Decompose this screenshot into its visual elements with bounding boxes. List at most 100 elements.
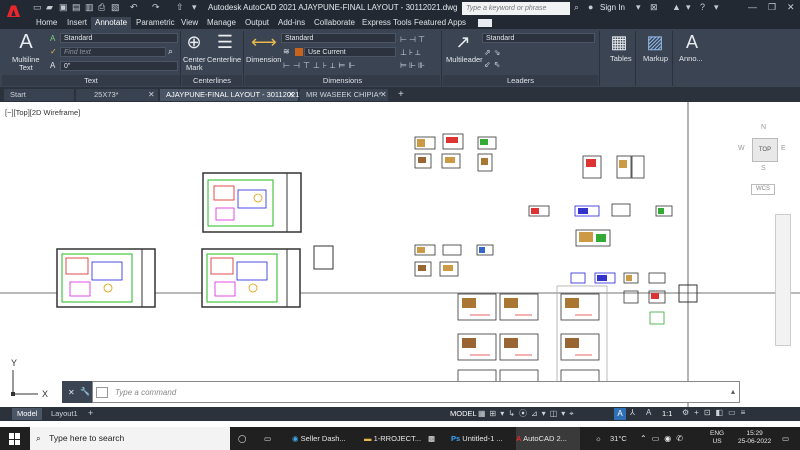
floor-plan-sheet[interactable] — [202, 172, 302, 233]
multiline-text-icon[interactable]: A — [14, 32, 38, 52]
search-icon[interactable]: ⌕ — [574, 3, 583, 12]
dimension-extra-tools-icons[interactable]: ⊢⊣⊤ ⊥⊦⟂ ⊨⊩⊪ — [400, 33, 440, 73]
text-label[interactable]: Text — [19, 63, 33, 72]
dimension-layer-select[interactable]: Use Current — [304, 47, 396, 57]
tab-output[interactable]: Output — [241, 17, 273, 29]
tab-featured-apps[interactable]: Featured Apps — [410, 17, 470, 29]
text-height-select[interactable]: 0" — [60, 61, 178, 71]
close-tab-icon[interactable]: ✕ — [148, 90, 155, 99]
floor-plan-sheet[interactable] — [201, 248, 301, 308]
model-space-button[interactable]: MODEL — [450, 409, 477, 418]
help-dropdown-icon[interactable]: ▾ — [714, 3, 723, 12]
system-tray-icons[interactable]: ⌃▭◉✆ — [640, 427, 700, 450]
redo-icon[interactable]: ↷ — [152, 3, 161, 12]
ribbon-minimize-icon[interactable] — [478, 19, 492, 27]
command-input[interactable]: Type a command — [115, 388, 176, 397]
tab-view[interactable]: View — [177, 17, 202, 29]
tables-label[interactable]: Tables — [610, 54, 632, 63]
web-mobile-icon[interactable]: ▥ — [85, 3, 94, 12]
file-tab-waseek[interactable]: MR WASEEK CHIPIA* — [300, 89, 388, 101]
undo-icon[interactable]: ↶ — [130, 3, 139, 12]
clock[interactable]: 15:29 25-06-2022 — [738, 430, 771, 446]
dimension-icon[interactable]: ⟷ — [251, 33, 277, 51]
close-tab-icon[interactable]: ✕ — [380, 90, 387, 99]
anno-label[interactable]: Anno... — [679, 54, 703, 63]
tab-parametric[interactable]: Parametric — [132, 17, 179, 29]
print-icon[interactable]: ⎙ — [98, 3, 107, 12]
annotation-visibility-icon[interactable]: A — [614, 408, 626, 420]
centerline-label[interactable]: Centerline — [207, 55, 241, 64]
taskbar-app-edge[interactable]: ◉ Seller Dash... — [292, 427, 360, 450]
search-input[interactable]: Type a keyword or phrase — [462, 2, 570, 15]
text-style-select[interactable]: Standard — [60, 33, 178, 43]
customize-command-icon[interactable]: 🔧 — [80, 387, 90, 396]
close-tab-icon[interactable]: ✕ — [288, 90, 295, 99]
notifications-icon[interactable]: ▭ — [782, 427, 789, 450]
windows-start-icon[interactable] — [9, 433, 21, 445]
command-history-icon[interactable] — [96, 387, 108, 398]
file-tab-25x73[interactable]: 25X73* — [76, 89, 158, 101]
taskbar-app-folder[interactable]: ▬ 1-RROJECT... — [364, 427, 424, 450]
center-mark-label-2[interactable]: Mark — [186, 63, 203, 72]
share-icon[interactable]: ⇧ — [176, 3, 185, 12]
tab-insert[interactable]: Insert — [63, 17, 91, 29]
annotation-scale-value[interactable]: 1:1 — [662, 409, 672, 418]
markup-label[interactable]: Markup — [643, 54, 668, 63]
exchange-icon[interactable]: ⊠ — [650, 3, 659, 12]
save-as-icon[interactable]: ▤ — [72, 3, 81, 12]
new-tab-icon[interactable]: + — [398, 89, 404, 100]
check-spelling-icon[interactable]: ✓ — [50, 47, 59, 56]
weather-icon[interactable]: ☼ — [595, 427, 602, 450]
command-line[interactable] — [92, 381, 740, 403]
tab-model[interactable]: Model — [12, 408, 43, 420]
centerline-icon[interactable]: ☰ — [214, 33, 236, 51]
annotation-scaling-icon[interactable]: A — [682, 33, 702, 51]
close-command-icon[interactable]: ✕ — [68, 388, 75, 397]
taskbar-app-photoshop[interactable]: Ps Untitled-1 ... — [451, 427, 515, 450]
weather-temp[interactable]: 31°C — [610, 427, 627, 450]
dimension-style-select[interactable]: Standard — [281, 33, 396, 43]
stay-connected-icon[interactable]: ▾ — [686, 3, 695, 12]
file-explorer-icon[interactable]: ▭ — [264, 427, 271, 450]
sign-in-dropdown-icon[interactable]: ▾ — [636, 3, 645, 12]
dimension-tools-icons[interactable]: ⊢⊣⊤⊥⊦⟂⊨⊩ — [283, 61, 393, 71]
tab-annotate[interactable]: Annotate — [91, 17, 132, 29]
close-icon[interactable]: ✕ — [787, 3, 796, 12]
multileader-icon[interactable]: ↗ — [453, 33, 473, 51]
autodesk-a360-icon[interactable]: ▲ — [672, 3, 681, 12]
multileader-label[interactable]: Multileader — [446, 55, 483, 64]
viewcube-top[interactable]: TOP — [752, 138, 778, 162]
wcs-menu[interactable]: WCS — [751, 184, 775, 195]
tab-collaborate[interactable]: Collaborate — [310, 17, 359, 29]
viewcube-north[interactable]: N — [761, 124, 766, 131]
tab-manage[interactable]: Manage — [203, 17, 240, 29]
task-view-icon[interactable]: ◯ — [238, 427, 246, 450]
viewcube-west[interactable]: W — [738, 145, 745, 152]
floor-plan-sheet[interactable] — [56, 248, 156, 308]
workspace-tools-icons[interactable]: ⚙+⊡◧▭≡ — [682, 408, 750, 417]
find-text-input[interactable]: Find text — [60, 47, 166, 57]
save-icon[interactable]: ▣ — [59, 3, 68, 12]
viewcube-east[interactable]: E — [781, 145, 786, 152]
language-indicator[interactable]: ENG US — [710, 430, 724, 446]
sign-in-button[interactable]: Sign In — [600, 3, 625, 12]
minimize-icon[interactable]: — — [748, 3, 757, 12]
navigation-bar[interactable] — [775, 214, 791, 346]
file-tab-ajaypune[interactable]: AJAYPUNE-FINAL LAYOUT - 30112021* — [160, 89, 302, 101]
leader-style-select[interactable]: Standard — [482, 33, 595, 43]
photos-icon[interactable]: ▩ — [428, 427, 435, 450]
center-mark-icon[interactable]: ⊕ — [185, 33, 203, 51]
taskbar-app-autocad[interactable]: A AutoCAD 2... — [516, 427, 580, 450]
viewcube-south[interactable]: S — [761, 165, 766, 172]
annotation-scale-icon[interactable]: A — [646, 408, 651, 417]
tab-home[interactable]: Home — [32, 17, 61, 29]
maximize-icon[interactable]: ❐ — [768, 3, 777, 12]
dimension-label[interactable]: Dimension — [246, 55, 281, 64]
tab-layout1[interactable]: Layout1 — [46, 408, 83, 420]
new-layout-icon[interactable]: + — [88, 408, 93, 418]
open-file-icon[interactable]: ▰ — [46, 3, 55, 12]
plot-icon[interactable]: ▧ — [111, 3, 120, 12]
file-tab-start[interactable]: Start — [4, 89, 74, 101]
tab-express-tools[interactable]: Express Tools — [358, 17, 416, 29]
tab-add-ins[interactable]: Add-ins — [274, 17, 309, 29]
